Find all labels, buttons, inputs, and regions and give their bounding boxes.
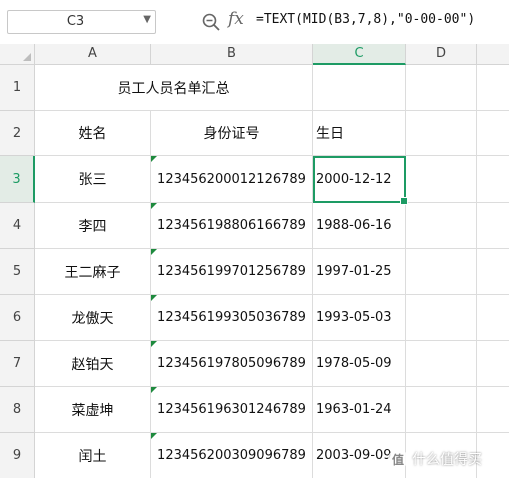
row-header-2[interactable]: 2 bbox=[0, 111, 35, 156]
formula-bar: C3 ▼ fx =TEXT(MID(B3,7,8),"0-00-00") bbox=[0, 0, 509, 44]
cell-e2[interactable] bbox=[477, 111, 509, 156]
text-number-flag-icon bbox=[151, 433, 157, 439]
column-header-e[interactable] bbox=[477, 44, 509, 65]
id-cell[interactable]: 123456196301246789 bbox=[151, 387, 313, 433]
id-cell[interactable]: 123456200012126789 bbox=[151, 156, 313, 203]
birthday-cell[interactable]: 1993-05-03 bbox=[313, 295, 406, 341]
row-header-1[interactable]: 1 bbox=[0, 65, 35, 111]
cell-e6[interactable] bbox=[477, 295, 509, 341]
column-header-b[interactable]: B bbox=[151, 44, 313, 65]
row-header-9[interactable]: 9 bbox=[0, 433, 35, 478]
cell-e5[interactable] bbox=[477, 249, 509, 295]
column-header-c[interactable]: C bbox=[313, 44, 406, 65]
title-cell[interactable]: 员工人员名单汇总 bbox=[35, 65, 313, 111]
row-header-7[interactable]: 7 bbox=[0, 341, 35, 387]
chevron-down-icon[interactable]: ▼ bbox=[143, 14, 151, 25]
name-cell[interactable]: 菜虚坤 bbox=[35, 387, 151, 433]
cell-e7[interactable] bbox=[477, 341, 509, 387]
name-cell[interactable]: 李四 bbox=[35, 203, 151, 249]
watermark-text: 什么值得买 bbox=[412, 452, 482, 468]
column-header-d[interactable]: D bbox=[406, 44, 477, 65]
id-cell[interactable]: 123456197805096789 bbox=[151, 341, 313, 387]
header-id-cell[interactable]: 身份证号 bbox=[151, 111, 313, 156]
birthday-cell[interactable]: 1988-06-16 bbox=[313, 203, 406, 249]
text-number-flag-icon bbox=[151, 341, 157, 347]
cell-d8[interactable] bbox=[406, 387, 477, 433]
active-cell-selection bbox=[313, 156, 408, 205]
select-all-corner[interactable] bbox=[0, 44, 35, 65]
cell-e3[interactable] bbox=[477, 156, 509, 203]
id-cell[interactable]: 123456200309096789 bbox=[151, 433, 313, 478]
formula-input[interactable]: =TEXT(MID(B3,7,8),"0-00-00") bbox=[256, 12, 475, 27]
cell-d3[interactable] bbox=[406, 156, 477, 203]
text-number-flag-icon bbox=[151, 156, 157, 162]
cell-d1[interactable] bbox=[406, 65, 477, 111]
row-header-8[interactable]: 8 bbox=[0, 387, 35, 433]
name-cell[interactable]: 龙傲天 bbox=[35, 295, 151, 341]
zoom-icon[interactable] bbox=[201, 12, 221, 32]
text-number-flag-icon bbox=[151, 203, 157, 209]
fx-icon[interactable]: fx bbox=[228, 9, 244, 29]
row-header-3[interactable]: 3 bbox=[0, 156, 35, 203]
id-cell[interactable]: 123456199701256789 bbox=[151, 249, 313, 295]
cell-c1[interactable] bbox=[313, 65, 406, 111]
id-cell[interactable]: 123456199305036789 bbox=[151, 295, 313, 341]
row-header-6[interactable]: 6 bbox=[0, 295, 35, 341]
name-cell[interactable]: 张三 bbox=[35, 156, 151, 203]
row-header-5[interactable]: 5 bbox=[0, 249, 35, 295]
name-cell[interactable]: 闰土 bbox=[35, 433, 151, 478]
column-header-a[interactable]: A bbox=[35, 44, 151, 65]
name-cell[interactable]: 赵铂天 bbox=[35, 341, 151, 387]
cell-d5[interactable] bbox=[406, 249, 477, 295]
cell-e1[interactable] bbox=[477, 65, 509, 111]
birthday-cell[interactable]: 1997-01-25 bbox=[313, 249, 406, 295]
text-number-flag-icon bbox=[151, 295, 157, 301]
row-header-4[interactable]: 4 bbox=[0, 203, 35, 249]
text-number-flag-icon bbox=[151, 387, 157, 393]
header-name-cell[interactable]: 姓名 bbox=[35, 111, 151, 156]
name-cell[interactable]: 王二麻子 bbox=[35, 249, 151, 295]
cell-e8[interactable] bbox=[477, 387, 509, 433]
birthday-cell[interactable]: 1978-05-09 bbox=[313, 341, 406, 387]
name-box[interactable]: C3 ▼ bbox=[7, 10, 156, 34]
id-cell[interactable]: 123456198806166789 bbox=[151, 203, 313, 249]
watermark-badge-icon: 值 bbox=[388, 449, 408, 469]
birthday-cell[interactable]: 1963-01-24 bbox=[313, 387, 406, 433]
fill-handle[interactable] bbox=[400, 197, 408, 205]
header-birthday-cell[interactable]: 生日 bbox=[313, 111, 406, 156]
watermark: 值 什么值得买 bbox=[388, 448, 482, 470]
cell-d7[interactable] bbox=[406, 341, 477, 387]
text-number-flag-icon bbox=[151, 249, 157, 255]
cell-e4[interactable] bbox=[477, 203, 509, 249]
cell-d6[interactable] bbox=[406, 295, 477, 341]
name-box-value: C3 bbox=[66, 14, 85, 29]
cell-d2[interactable] bbox=[406, 111, 477, 156]
cell-d4[interactable] bbox=[406, 203, 477, 249]
